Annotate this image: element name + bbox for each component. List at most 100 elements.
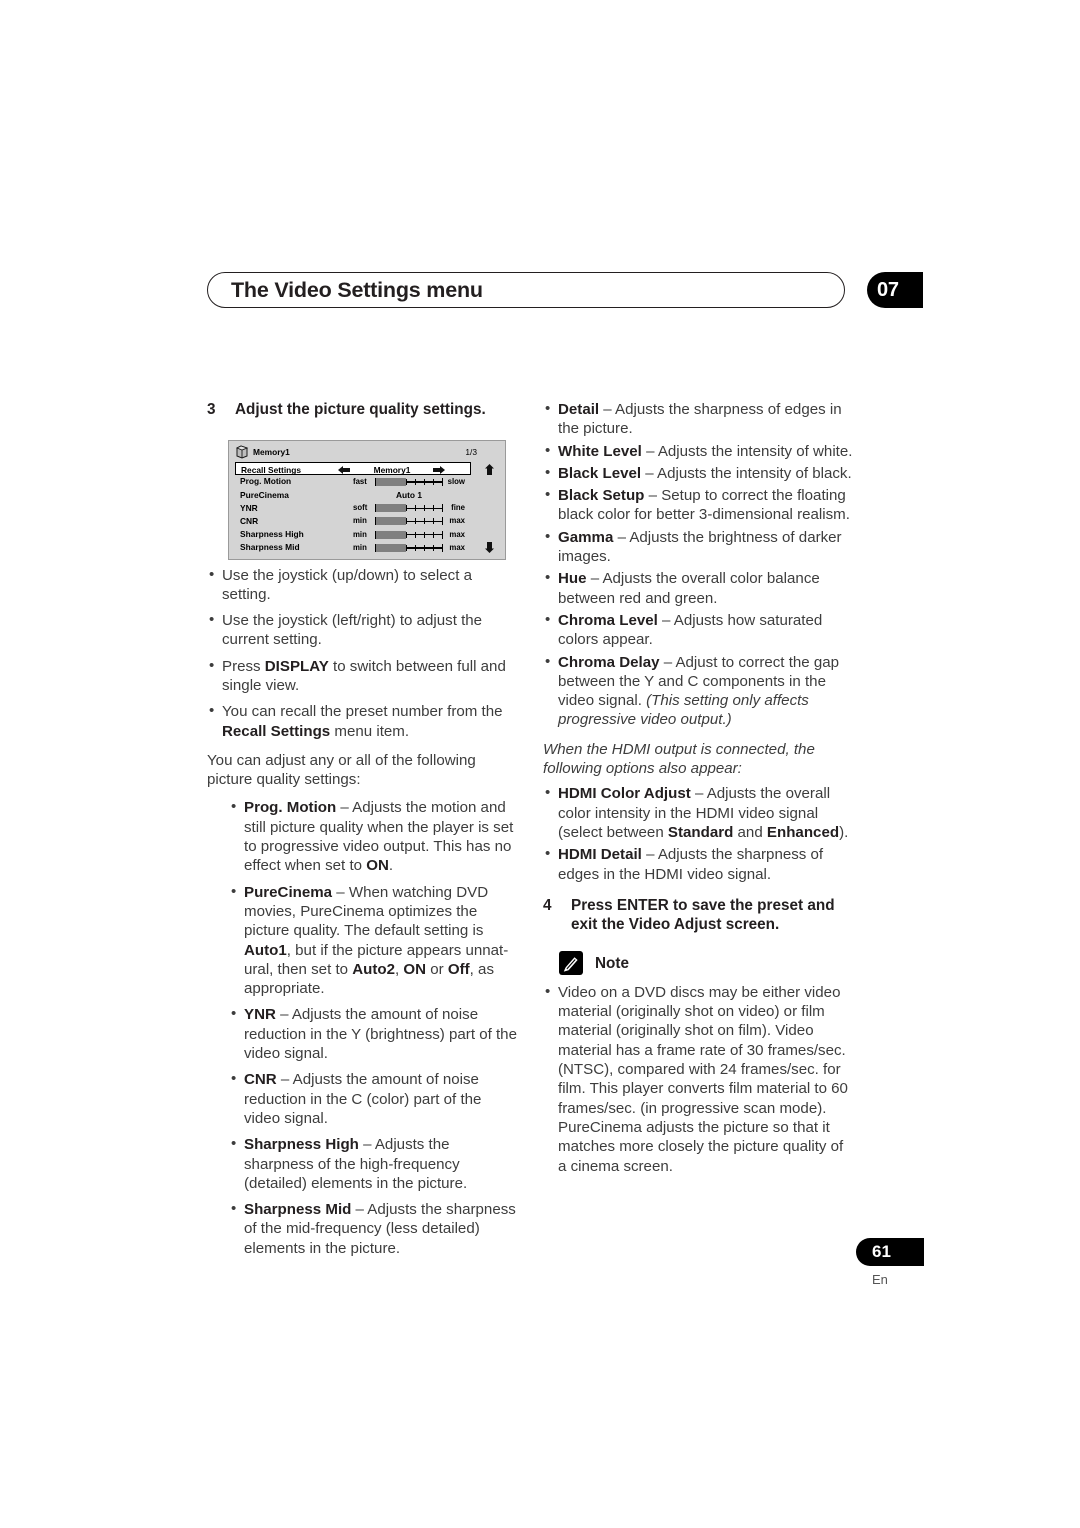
list-item: Chroma Delay – Adjust to correct the gap… (543, 652, 855, 730)
setting-name: Prog. Motion (244, 799, 337, 817)
osd-row-sharpness-mid[interactable]: Sharpness Mid min max (235, 541, 471, 554)
slider-min-label: fast (353, 476, 367, 486)
list-item: Press DISPLAY to switch between full and… (207, 656, 519, 696)
setting-name: Chroma Level (558, 611, 658, 629)
osd-row-recall-settings[interactable]: Recall Settings Memory1 (235, 462, 471, 476)
manual-page: The Video Settings menu 07 3 Adjust the … (0, 0, 1080, 1528)
slider-max-label: max (449, 516, 465, 526)
recall-settings-ref: Recall Settings (222, 722, 331, 740)
osd-page-indicator: 1/3 (465, 447, 477, 457)
intro-paragraph: You can adjust any or all of the followi… (207, 751, 476, 789)
osd-slider-prog-motion[interactable]: fast slow (353, 477, 465, 487)
osd-row-label: Sharpness Mid (240, 542, 300, 553)
slider-fill (376, 530, 406, 539)
slider-max-label: max (449, 529, 465, 539)
bullet-text: Use the joystick (left/right) to adjust … (222, 612, 483, 649)
hdmi-intro-paragraph: When the HDMI output is connected, the f… (543, 740, 855, 779)
osd-row-cnr[interactable]: CNR min max (235, 515, 471, 528)
slider-ticks (406, 478, 443, 485)
osd-memory-label: Memory1 (253, 447, 290, 457)
setting-name: HDMI Color Adjust (558, 785, 691, 803)
osd-slider-sharpness-mid[interactable]: min max (353, 543, 465, 553)
arrow-down-icon[interactable] (484, 542, 495, 553)
osd-slider-ynr[interactable]: soft fine (353, 503, 465, 513)
disc-memory-icon (235, 445, 249, 459)
step-4-number: 4 (543, 896, 552, 914)
off-value-ref: Off (447, 960, 470, 978)
step-4-heading: 4 Press ENTER to save the preset and exi… (543, 896, 855, 935)
setting-desc: – Adjusts the amount of noise reduction … (244, 1006, 517, 1063)
slider-max-label: fine (451, 503, 465, 513)
setting-name: YNR (244, 1006, 276, 1024)
osd-top-bar: Memory1 1/3 (229, 441, 505, 463)
slider-ticks (406, 518, 443, 525)
list-item: You can recall the preset number from th… (207, 701, 519, 741)
slider-fill (376, 543, 406, 552)
step-4-text: Press ENTER to save the preset and exit … (571, 896, 835, 934)
list-item: Gamma – Adjusts the brightness of darker… (543, 527, 855, 567)
settings-list-left: Prog. Motion – Adjusts the motion and st… (207, 797, 519, 1258)
slider-max-label: max (449, 542, 465, 552)
note-header: Note (543, 950, 855, 977)
osd-row-list: Recall Settings Memory1 Prog. Motion fas… (235, 462, 471, 556)
osd-scrollbar[interactable] (479, 462, 501, 556)
chapter-header: The Video Settings menu 07 (207, 272, 923, 308)
slider-min-label: soft (353, 503, 368, 513)
hdmi-intro-text: When the HDMI output is connected, the f… (543, 740, 815, 778)
setting-desc: – Adjusts the overall color balance betw… (558, 570, 820, 607)
list-item: HDMI Detail – Adjusts the sharpness of e… (543, 844, 855, 884)
step-3-number: 3 (207, 401, 216, 418)
setting-desc: – Adjusts the intensity of black. (641, 464, 852, 482)
list-item: Sharpness Mid – Adjusts the sharpness of… (229, 1199, 519, 1258)
slider-fill (376, 504, 406, 513)
osd-video-adjust-screenshot: Memory1 1/3 Recall Settings Memory1 Prog… (228, 440, 506, 560)
osd-row-ynr[interactable]: YNR soft fine (235, 502, 471, 515)
osd-row-label: YNR (240, 502, 258, 513)
setting-name: Detail (558, 401, 600, 418)
note-label: Note (595, 954, 629, 972)
setting-desc: – Adjusts the intensity of white. (641, 442, 853, 460)
chapter-number-tab: 07 (867, 272, 923, 308)
osd-row-purecinema[interactable]: PureCinema Auto 1 (235, 489, 471, 502)
slider-max-label: slow (447, 476, 465, 486)
arrow-left-icon[interactable] (338, 465, 350, 475)
list-item: Black Level – Adjusts the intensity of b… (543, 463, 855, 483)
osd-row-value: Auto 1 (395, 490, 423, 501)
step-3-heading: 3 Adjust the picture quality settings. (207, 400, 519, 420)
slider-min-label: min (353, 529, 367, 539)
slider-ticks (406, 544, 443, 551)
osd-row-prog-motion[interactable]: Prog. Motion fast slow (235, 475, 471, 488)
auto1-value-ref: Auto1 (244, 941, 287, 959)
osd-row-label: Recall Settings (241, 464, 302, 475)
setting-desc: – Adjusts the amount of noise reduction … (244, 1071, 482, 1127)
page-title: The Video Settings menu (231, 278, 483, 302)
display-button-ref: DISPLAY (264, 657, 329, 675)
list-item: PureCinema – When watching DVD movies, P… (229, 882, 519, 999)
arrow-up-icon[interactable] (484, 464, 495, 475)
setting-name: Black Level (558, 464, 642, 482)
osd-slider-sharpness-high[interactable]: min max (353, 530, 465, 540)
setting-desc: – Adjusts the sharpness of edges in the … (558, 401, 842, 438)
osd-row-label: CNR (240, 515, 259, 526)
settings-list-right: Detail – Adjusts the sharpness of edges … (543, 399, 855, 730)
osd-row-sharpness-high[interactable]: Sharpness High min max (235, 528, 471, 541)
setting-name: HDMI Detail (558, 846, 642, 864)
slider-min-label: min (353, 542, 367, 552)
osd-slider-cnr[interactable]: min max (353, 516, 465, 526)
setting-name: Black Setup (558, 487, 645, 505)
list-item: CNR – Adjusts the amount of noise reduct… (229, 1069, 519, 1128)
list-item: Chroma Level – Adjusts how saturated col… (543, 610, 855, 650)
page-number-tab: 61 (856, 1238, 924, 1266)
note-block: Note Video on a DVD discs may be either … (543, 950, 855, 1176)
osd-row-label: PureCinema (240, 489, 289, 500)
osd-row-value: Memory1 (373, 464, 411, 475)
arrow-right-icon[interactable] (433, 465, 445, 475)
list-item: YNR – Adjusts the amount of noise reduct… (229, 1004, 519, 1063)
setting-name: PureCinema (244, 883, 333, 901)
note-body: Video on a DVD discs may be either video… (558, 983, 848, 1175)
pencil-note-icon (559, 950, 583, 975)
list-item: Video on a DVD discs may be either video… (543, 982, 855, 1176)
page-number: 61 (872, 1242, 891, 1261)
list-item: Detail – Adjusts the sharpness of edges … (543, 399, 855, 439)
page-language: En (872, 1272, 888, 1287)
